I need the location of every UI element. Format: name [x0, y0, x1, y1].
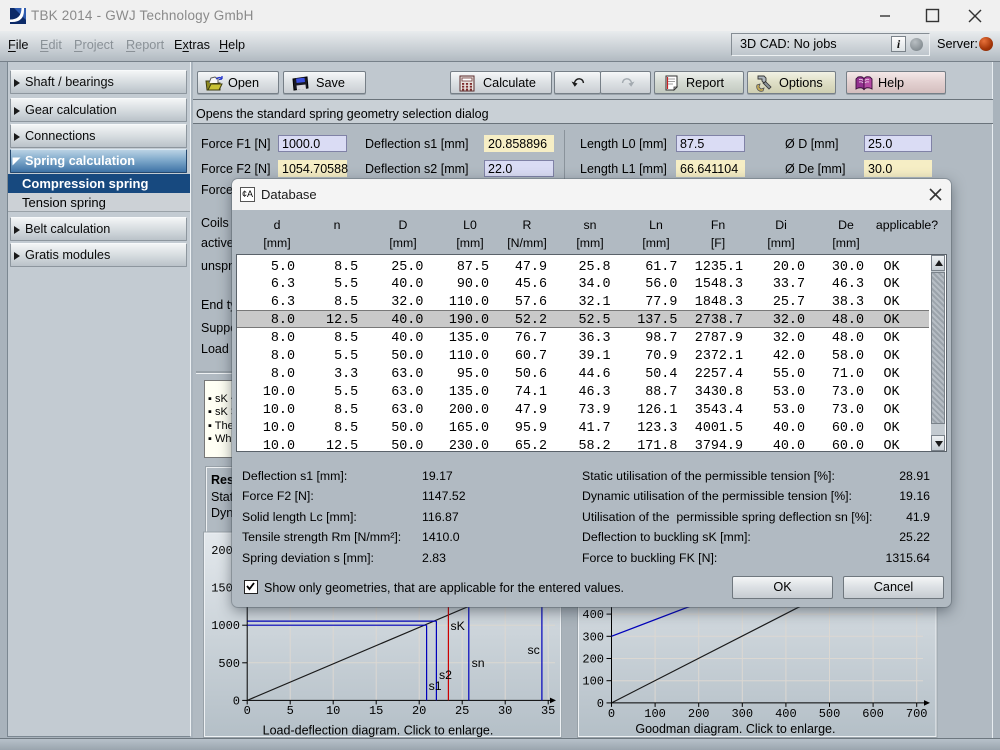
svg-text:0: 0 — [597, 697, 604, 711]
svg-text:sn: sn — [472, 656, 485, 670]
svg-text:700: 700 — [906, 707, 928, 721]
svg-text:500: 500 — [218, 657, 240, 671]
svg-text:1000: 1000 — [211, 619, 240, 633]
svg-text:500: 500 — [819, 707, 841, 721]
svg-text:20: 20 — [412, 704, 426, 718]
svg-text:200: 200 — [688, 707, 710, 721]
svg-text:sc: sc — [528, 643, 540, 657]
svg-text:35: 35 — [541, 704, 555, 718]
svg-text:200: 200 — [582, 653, 604, 667]
svg-text:300: 300 — [582, 630, 604, 644]
svg-text:25: 25 — [455, 704, 469, 718]
svg-text:0: 0 — [608, 707, 615, 721]
svg-text:sK: sK — [451, 619, 466, 633]
svg-text:s2: s2 — [439, 668, 452, 682]
svg-text:100: 100 — [644, 707, 666, 721]
svg-text:Load-deflection diagram. Click: Load-deflection diagram. Click to enlarg… — [263, 724, 494, 738]
svg-text:Goodman diagram. Click to enla: Goodman diagram. Click to enlarge. — [635, 722, 835, 736]
svg-text:30: 30 — [498, 704, 512, 718]
svg-text:10: 10 — [326, 704, 340, 718]
svg-text:0: 0 — [244, 704, 251, 718]
svg-text:100: 100 — [582, 675, 604, 689]
svg-text:5: 5 — [287, 704, 294, 718]
svg-text:300: 300 — [731, 707, 753, 721]
svg-text:400: 400 — [775, 707, 797, 721]
svg-text:15: 15 — [369, 704, 383, 718]
svg-text:400: 400 — [582, 608, 604, 622]
svg-text:600: 600 — [862, 707, 884, 721]
svg-text:0: 0 — [233, 694, 240, 708]
